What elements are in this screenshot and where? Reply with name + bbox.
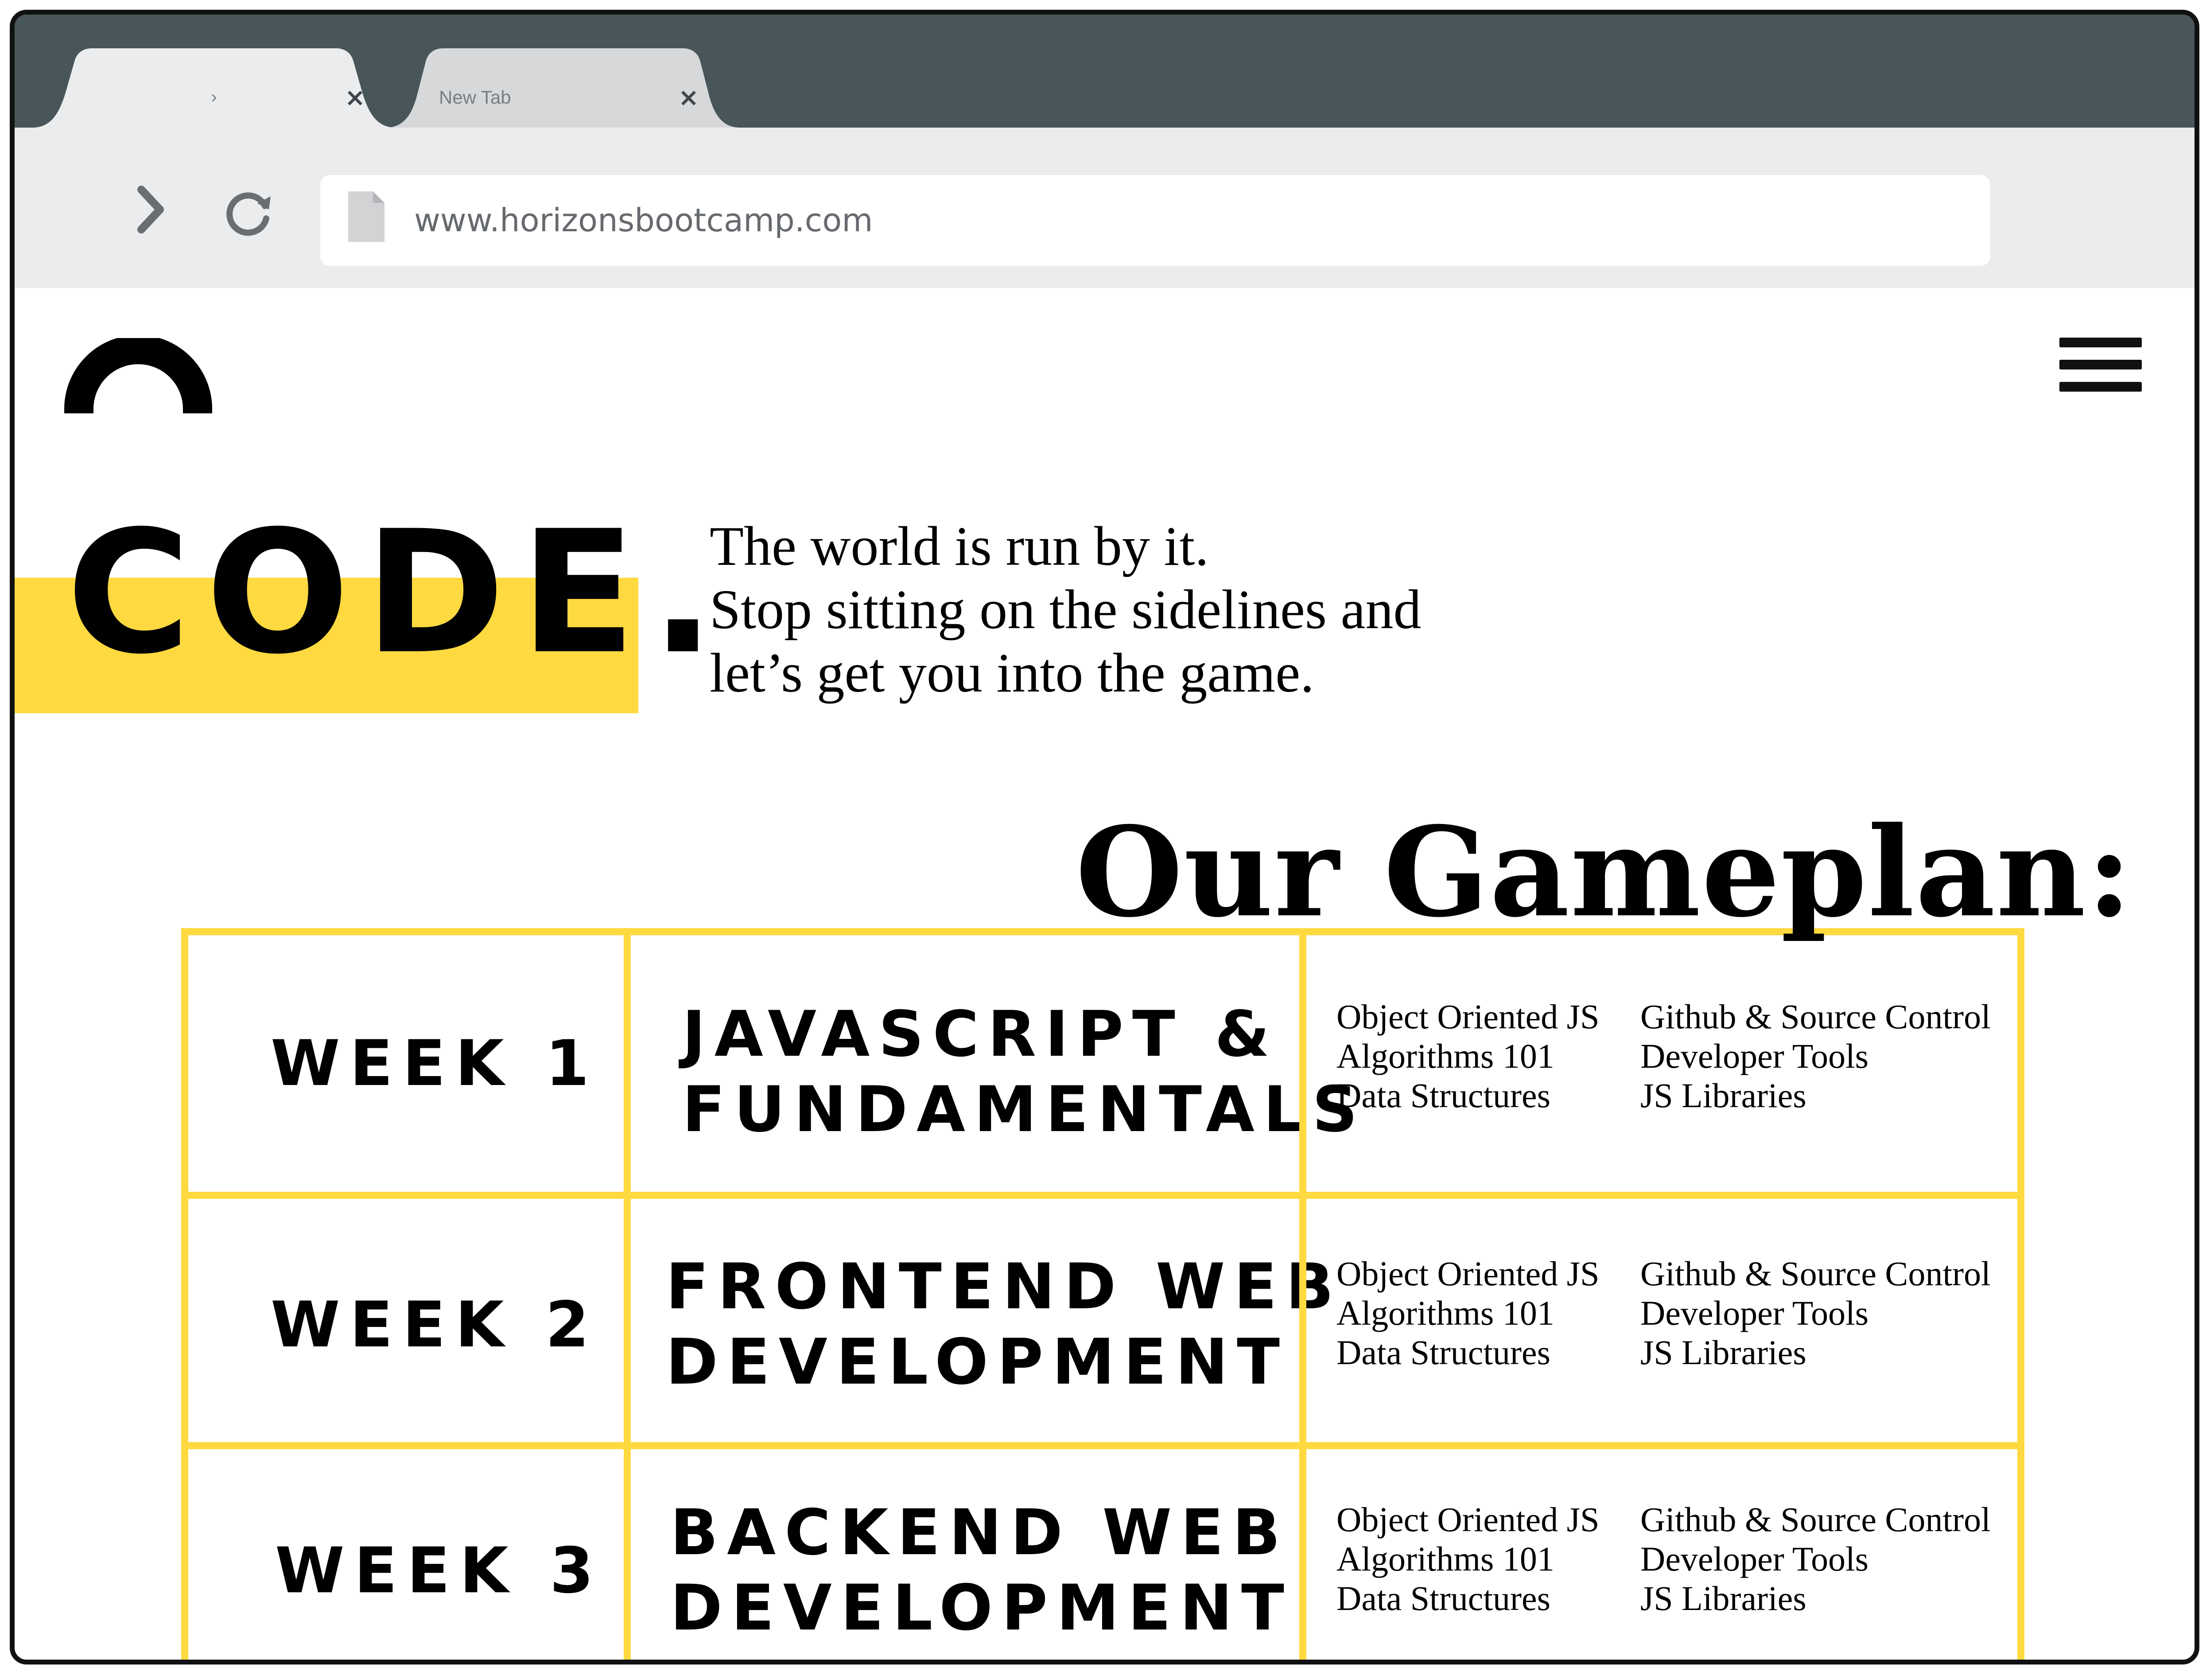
topic-line: FRONTEND WEB [666, 1250, 1343, 1323]
list-item: Developer Tools [1640, 1540, 1869, 1578]
topic-line: DEVELOPMENT [670, 1571, 1293, 1645]
topic-items-right: Github & Source Control Developer Tools … [1640, 1500, 1991, 1618]
topic-line: BACKEND WEB [670, 1496, 1289, 1569]
list-item: Object Oriented JS [1336, 1254, 1600, 1293]
list-item: Github & Source Control [1640, 1500, 1991, 1539]
forward-arrow-icon[interactable] [133, 183, 169, 236]
topic-items-left: Object Oriented JS Algorithms 101 Data S… [1336, 1254, 1600, 1372]
week-label: WEEK 3 [275, 1534, 603, 1607]
topic-items-left: Object Oriented JS Algorithms 101 Data S… [1336, 997, 1600, 1115]
week-label: WEEK 1 [271, 1027, 599, 1100]
list-item: JS Libraries [1640, 1333, 1806, 1372]
tab-bar: › × New Tab × [15, 15, 2194, 128]
hero-title: CODE. [66, 494, 730, 692]
week-label: WEEK 2 [271, 1288, 599, 1361]
close-tab-icon[interactable]: × [345, 86, 365, 110]
list-item: Algorithms 101 [1336, 1294, 1554, 1332]
list-item: Algorithms 101 [1336, 1540, 1554, 1578]
page-content: CODE. The world is run by it. Stop sitti… [15, 288, 2194, 1660]
address-bar[interactable] [320, 175, 1990, 266]
topic-line: FUNDAMENTALS [682, 1073, 1367, 1146]
tab-title: › [211, 87, 217, 107]
topic-label: FRONTEND WEB DEVELOPMENT [666, 1249, 1343, 1400]
hero-tagline: The world is run by it. Stop sitting on … [710, 515, 1421, 705]
list-item: JS Libraries [1640, 1579, 1806, 1618]
page-document-icon [348, 191, 385, 242]
browser-window: › × New Tab × www.horizonsbootcamp.com C… [10, 10, 2199, 1664]
list-item: Data Structures [1336, 1076, 1551, 1115]
tab-active[interactable]: › × [32, 48, 396, 128]
reload-icon[interactable] [223, 187, 276, 236]
list-item: Github & Source Control [1640, 997, 1991, 1036]
topic-line: JAVASCRIPT & [682, 998, 1279, 1071]
list-item: Developer Tools [1640, 1037, 1869, 1075]
list-item: Algorithms 101 [1336, 1037, 1554, 1075]
url-input[interactable] [414, 202, 1920, 239]
site-logo-icon[interactable] [64, 338, 213, 418]
list-item: Data Structures [1336, 1579, 1551, 1618]
tab-title: New Tab [439, 87, 511, 108]
tagline-line: The world is run by it. [710, 516, 1209, 577]
topic-items-left: Object Oriented JS Algorithms 101 Data S… [1336, 1500, 1600, 1618]
list-item: Data Structures [1336, 1333, 1551, 1372]
gameplan-title: Our Gameplan: [1076, 800, 2133, 945]
tagline-line: let’s get you into the game. [710, 642, 1314, 704]
tagline-line: Stop sitting on the sidelines and [710, 579, 1422, 641]
browser-toolbar [15, 128, 2194, 288]
topic-items-right: Github & Source Control Developer Tools … [1640, 997, 1991, 1115]
list-item: Object Oriented JS [1336, 997, 1600, 1036]
close-tab-icon[interactable]: × [678, 86, 699, 110]
topic-label: JAVASCRIPT & FUNDAMENTALS [682, 997, 1367, 1147]
list-item: JS Libraries [1640, 1076, 1806, 1115]
list-item: Developer Tools [1640, 1294, 1869, 1332]
hamburger-menu-icon[interactable] [2059, 338, 2142, 392]
list-item: Github & Source Control [1640, 1254, 1991, 1293]
tab-new-tab[interactable]: New Tab × [386, 48, 740, 128]
topic-line: DEVELOPMENT [666, 1326, 1289, 1399]
topic-label: BACKEND WEB DEVELOPMENT [670, 1495, 1293, 1646]
topic-items-right: Github & Source Control Developer Tools … [1640, 1254, 1991, 1372]
list-item: Object Oriented JS [1336, 1500, 1600, 1539]
